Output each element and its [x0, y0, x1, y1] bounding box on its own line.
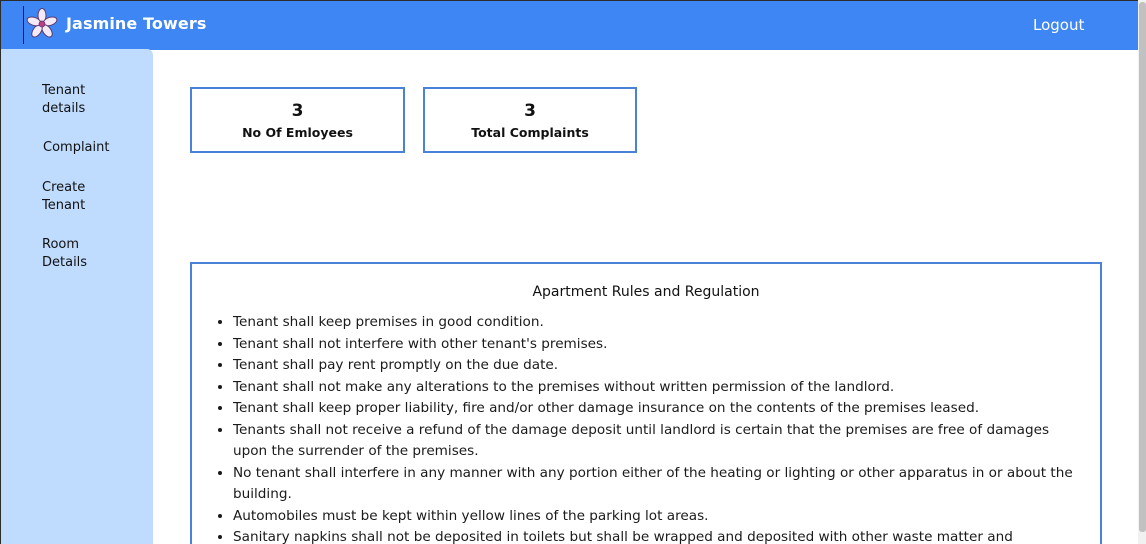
top-navbar: Jasmine Towers Logout: [1, 0, 1138, 50]
sidebar-item-label: Details: [42, 255, 88, 270]
brand-divider: [23, 6, 24, 44]
rule-item: Automobiles must be kept within yellow l…: [233, 506, 1073, 528]
logout-button[interactable]: Logout: [1033, 16, 1084, 34]
stat-value: 3: [291, 101, 304, 121]
sidebar-item-label: Tenant: [42, 198, 86, 213]
sidebar-item-label: details: [42, 101, 86, 116]
rule-item: Tenant shall keep proper liability, fire…: [233, 398, 1073, 420]
sidebar: Tenant details Complaint Create Tenant R…: [1, 49, 153, 544]
rules-title: Apartment Rules and Regulation: [532, 284, 760, 300]
stat-value: 3: [524, 101, 536, 121]
stat-card-complaints: 3 Total Complaints: [423, 87, 637, 153]
rule-item: Sanitary napkins shall not be deposited …: [233, 527, 1073, 544]
rules-list: Tenant shall keep premises in good condi…: [216, 312, 1073, 544]
sidebar-item-label: Tenant: [42, 83, 86, 98]
sidebar-item-label: Create: [42, 180, 86, 195]
sidebar-item-create-tenant[interactable]: Create Tenant: [42, 179, 85, 215]
rules-panel: Apartment Rules and Regulation Tenant sh…: [190, 262, 1102, 544]
rule-item: Tenant shall pay rent promptly on the du…: [233, 355, 1073, 377]
scrollbar-thumb[interactable]: [1139, 2, 1146, 532]
rule-item: Tenant shall not make any alterations to…: [233, 377, 1073, 399]
rule-item: No tenant shall interfere in any manner …: [233, 463, 1073, 506]
jasmine-flower-icon: [26, 8, 58, 38]
app-window: Jasmine Towers Logout Tenant details Com…: [0, 0, 1146, 544]
sidebar-item-label: Complaint: [43, 140, 110, 155]
rule-item: Tenant shall keep premises in good condi…: [233, 312, 1073, 334]
stat-label: No Of Emloyees: [242, 125, 353, 140]
sidebar-item-label: Room: [42, 237, 80, 252]
rule-item: Tenant shall not interfere with other te…: [233, 334, 1073, 356]
sidebar-item-room-details[interactable]: Room Details: [42, 236, 87, 272]
stat-card-employees: 3 No Of Emloyees: [190, 87, 405, 153]
sidebar-item-complaint[interactable]: Complaint: [43, 139, 109, 157]
app-title[interactable]: Jasmine Towers: [66, 14, 206, 33]
stat-label: Total Complaints: [471, 125, 589, 140]
rule-item: Tenants shall not receive a refund of th…: [233, 420, 1073, 463]
sidebar-item-tenant-details[interactable]: Tenant details: [42, 82, 85, 118]
